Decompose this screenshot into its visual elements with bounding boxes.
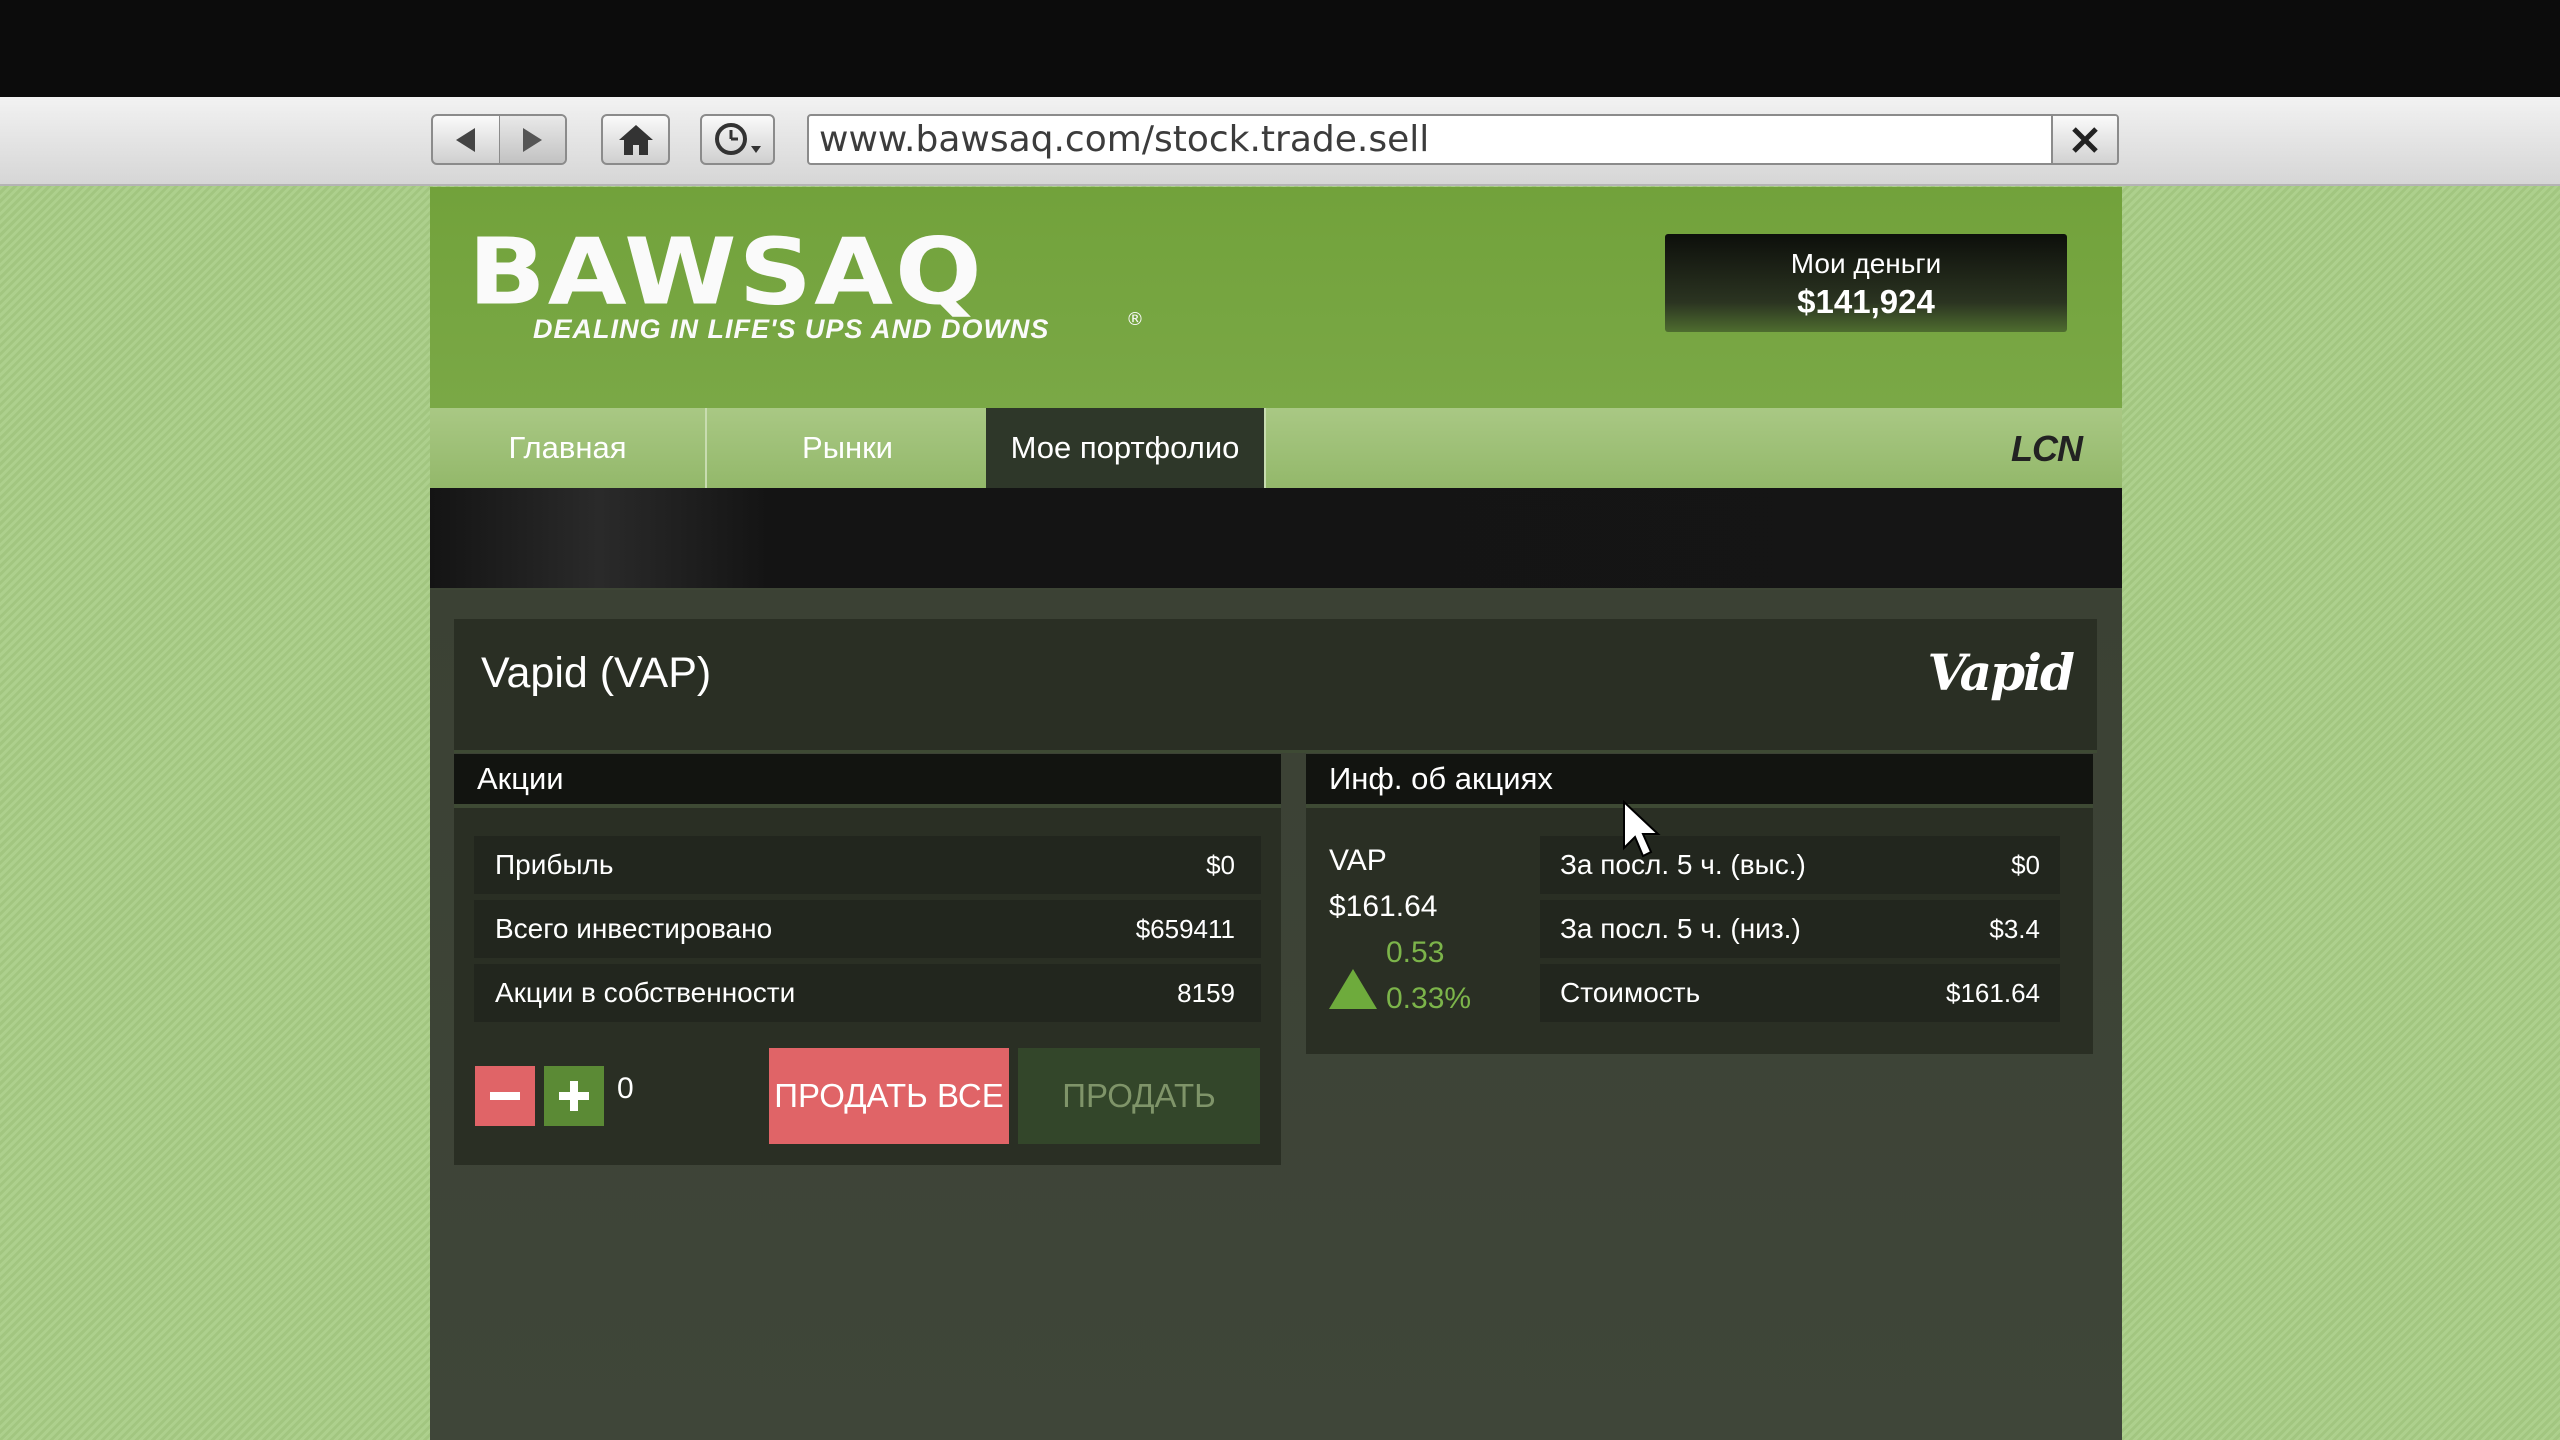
trend-up-icon [1329, 969, 1377, 1009]
close-button[interactable] [2051, 116, 2117, 163]
vapid-logo: Vapid [1927, 643, 2075, 702]
row-value: 8159 [1177, 977, 1235, 1008]
row-label: За посл. 5 ч. (низ.) [1560, 913, 1801, 944]
stock-header: Vapid (VAP) Vapid [454, 619, 2097, 753]
history-icon [714, 122, 761, 155]
row-value: $3.4 [1989, 913, 2040, 944]
row-label: Прибыль [495, 849, 614, 880]
row-label: За посл. 5 ч. (выс.) [1560, 849, 1806, 880]
row-value: $659411 [1135, 913, 1235, 944]
stock-price: $161.64 [1329, 890, 1438, 923]
minus-icon [490, 1092, 520, 1100]
home-button[interactable] [601, 114, 670, 165]
url-text[interactable]: www.bawsaq.com/stock.trade.sell [809, 116, 2051, 163]
profit-row: Прибыль $0 [474, 836, 1261, 894]
shares-panel: Акции Прибыль $0 Всего инвестировано $65… [454, 754, 1281, 1165]
money-value: $141,924 [1797, 283, 1935, 320]
history-button[interactable] [700, 114, 775, 165]
stock-symbol: VAP [1329, 844, 1387, 877]
decrease-quantity-button[interactable] [475, 1066, 535, 1126]
back-button[interactable] [433, 116, 499, 163]
row-label: Стоимость [1560, 977, 1701, 1008]
address-bar[interactable]: www.bawsaq.com/stock.trade.sell [807, 114, 2119, 165]
mouse-cursor-icon [1623, 800, 1661, 858]
row-label: Акции в собственности [495, 977, 796, 1008]
high-5h-row: За посл. 5 ч. (выс.) $0 [1540, 836, 2060, 894]
total-invested-row: Всего инвестировано $659411 [474, 900, 1261, 958]
row-label: Всего инвестировано [495, 913, 773, 944]
nav-tab-portfolio[interactable]: Мое портфолио [986, 408, 1266, 488]
back-forward-group [431, 114, 567, 165]
nav-tab-home[interactable]: Главная [430, 408, 707, 488]
row-value: $0 [2011, 849, 2040, 880]
shares-panel-heading: Акции [454, 754, 1281, 808]
site-header: BAWSAQ DEALING IN LIFE'S UPS AND DOWNS ®… [430, 187, 2122, 408]
shares-owned-row: Акции в собственности 8159 [474, 964, 1261, 1022]
sell-all-button[interactable]: ПРОДАТЬ ВСЕ [769, 1048, 1009, 1144]
forward-icon [523, 127, 543, 152]
close-icon [2072, 126, 2098, 153]
sell-button[interactable]: ПРОДАТЬ [1018, 1048, 1260, 1144]
bawsaq-page: BAWSAQ DEALING IN LIFE'S UPS AND DOWNS ®… [430, 187, 2122, 1440]
low-5h-row: За посл. 5 ч. (низ.) $3.4 [1540, 900, 2060, 958]
top-black-bar [0, 0, 2560, 97]
stock-title: Vapid (VAP) [481, 649, 712, 697]
stock-info-heading: Инф. об акциях [1306, 754, 2093, 808]
money-label: Мои деньги [1790, 248, 1942, 279]
row-value: $0 [1206, 849, 1235, 880]
forward-button[interactable] [498, 116, 565, 163]
lcn-logo: LCN [2011, 428, 2083, 469]
dark-banner [430, 488, 2122, 590]
site-nav: Главная Рынки Мое портфолио LCN [430, 408, 2122, 488]
value-row: Стоимость $161.64 [1540, 964, 2060, 1022]
my-money-box: Мои деньги $141,924 [1665, 234, 2067, 332]
back-icon [455, 127, 475, 152]
logo-tagline: DEALING IN LIFE'S UPS AND DOWNS [533, 314, 1050, 344]
registered-icon: ® [1126, 309, 1144, 330]
stock-info-panel: Инф. об акциях VAP $161.64 0.53 0.33% За… [1306, 754, 2093, 1054]
home-icon [618, 124, 653, 155]
nav-tab-markets[interactable]: Рынки [709, 408, 986, 488]
browser-toolbar: www.bawsaq.com/stock.trade.sell [0, 97, 2560, 186]
quantity-value: 0 [617, 1072, 634, 1105]
bawsaq-logo[interactable]: BAWSAQ DEALING IN LIFE'S UPS AND DOWNS ® [468, 227, 1168, 347]
increase-quantity-button[interactable] [544, 1066, 604, 1126]
row-value: $161.64 [1946, 977, 2040, 1008]
price-change: 0.53 [1386, 936, 1445, 969]
logo-text: BAWSAQ [468, 218, 984, 326]
plus-icon [559, 1081, 589, 1111]
price-change-percent: 0.33% [1386, 982, 1472, 1015]
